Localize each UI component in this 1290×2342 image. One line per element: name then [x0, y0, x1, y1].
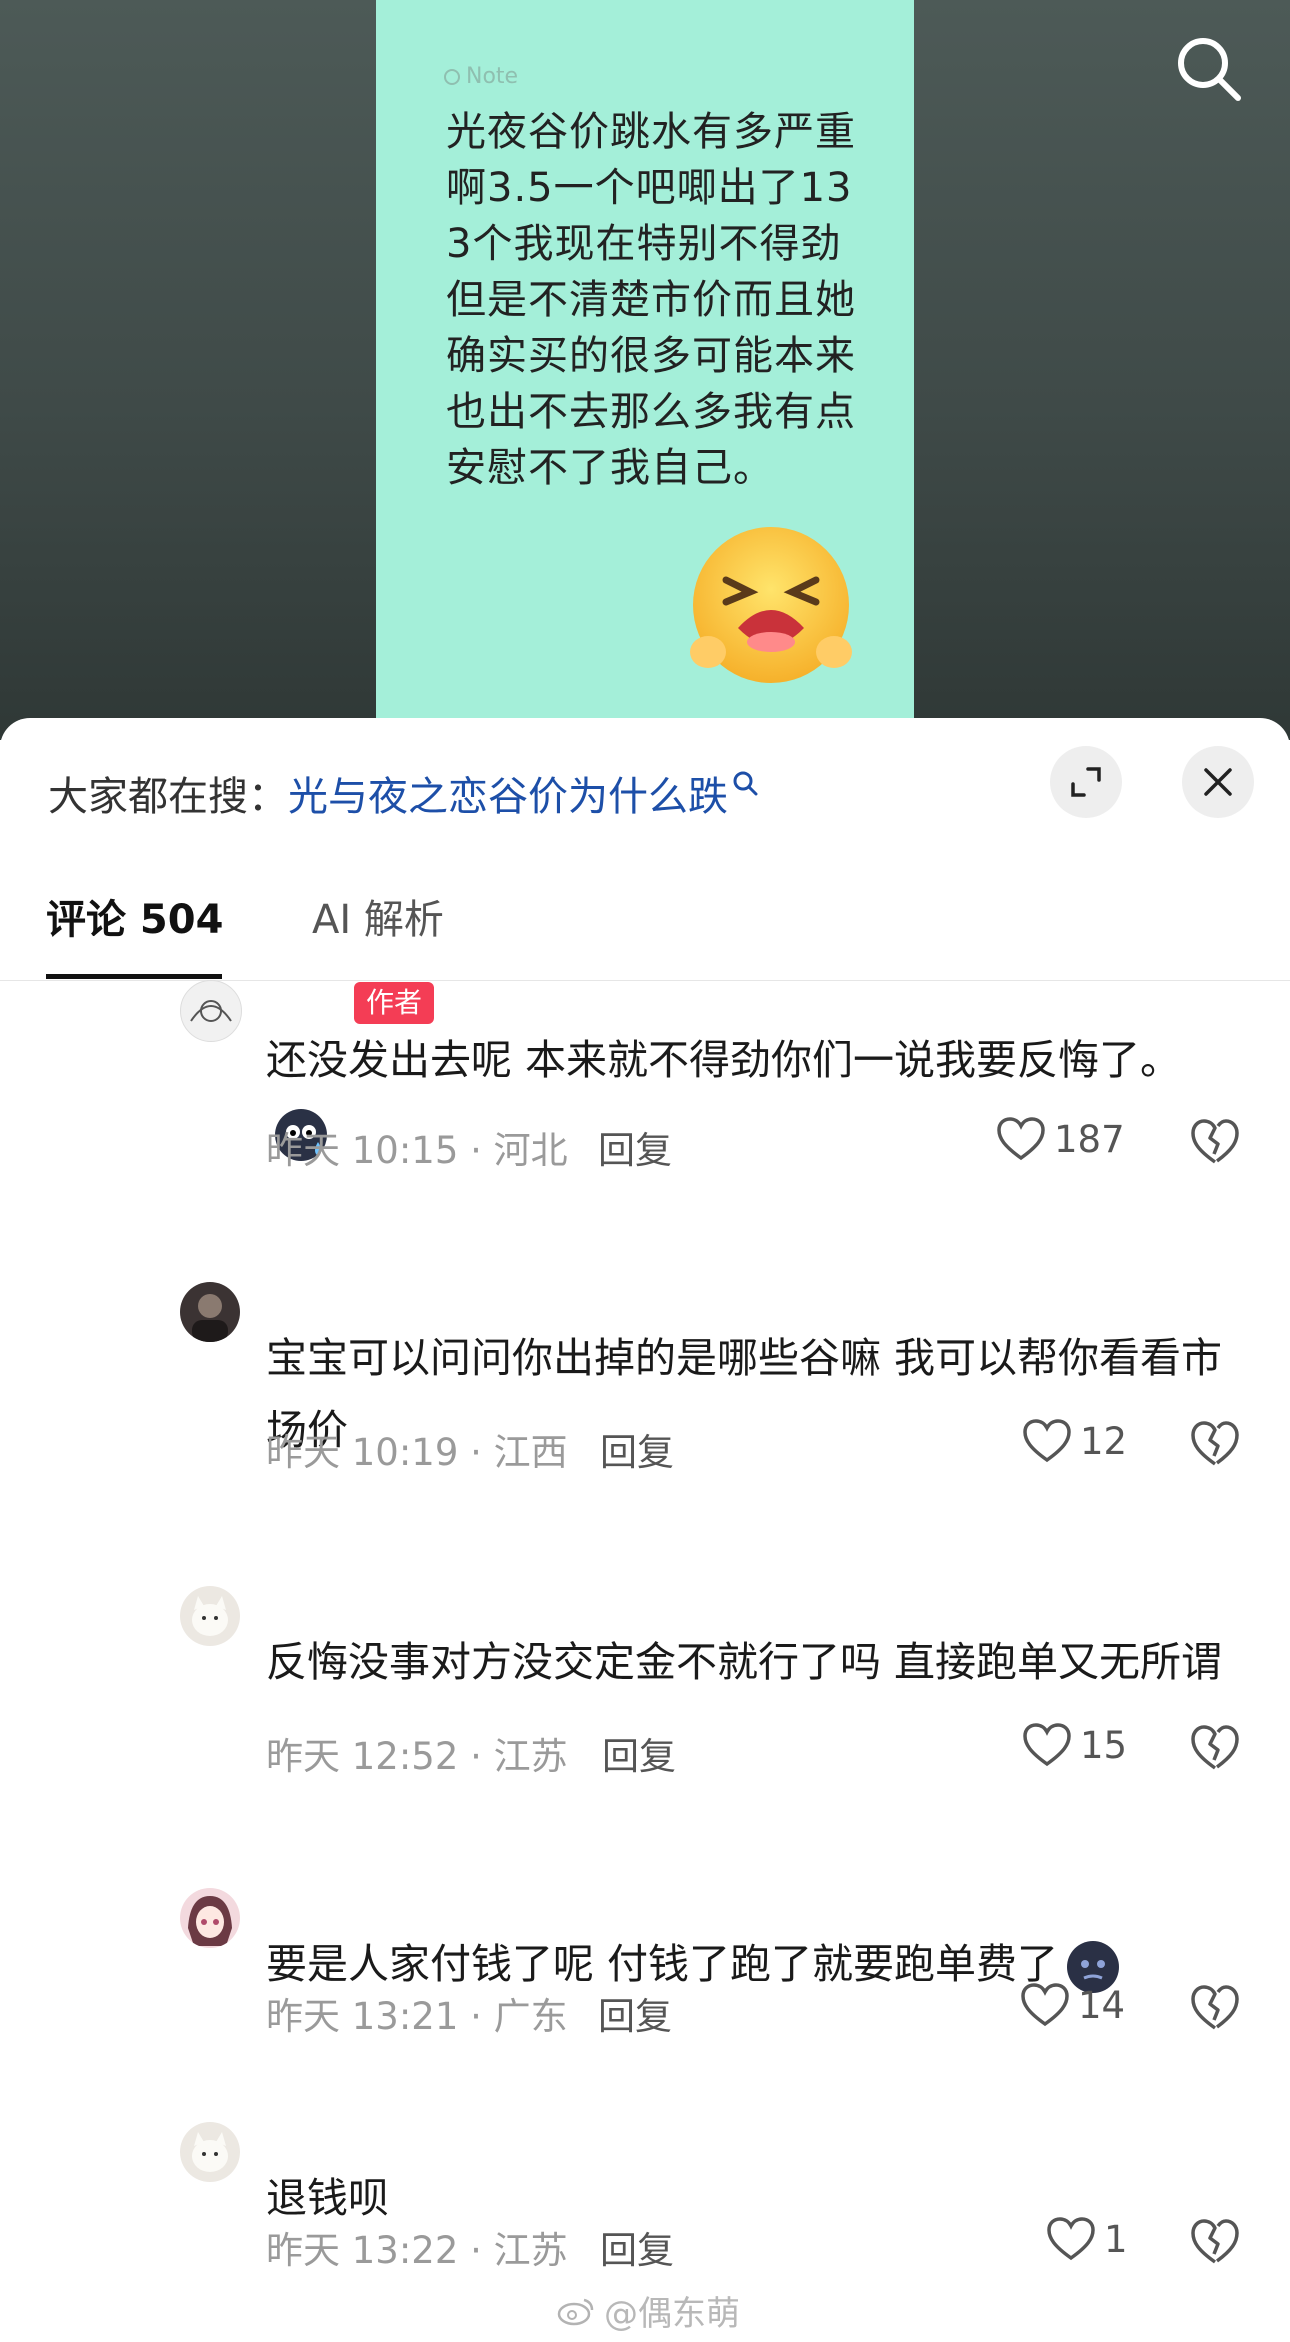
broken-heart-icon[interactable]	[1190, 1118, 1240, 1166]
broken-heart-icon[interactable]	[1190, 1724, 1240, 1772]
avatar[interactable]	[180, 980, 242, 1042]
like-button[interactable]: 1	[1046, 2216, 1128, 2262]
comment-time-location: 昨天 13:22 · 江苏	[266, 2229, 568, 2272]
reply-button[interactable]: 回复	[598, 1986, 672, 2040]
close-icon	[1204, 768, 1232, 796]
like-count: 187	[1054, 1117, 1125, 1161]
search-icon[interactable]	[1172, 32, 1246, 106]
weibo-watermark: @偶东萌	[556, 2286, 740, 2335]
tab-ai-analysis[interactable]: AI 解析	[312, 890, 444, 950]
avatar[interactable]	[180, 1888, 240, 1948]
broken-heart-icon[interactable]	[1190, 2218, 1240, 2266]
search-icon	[733, 771, 758, 796]
trending-prefix: 大家都在搜：	[48, 774, 288, 820]
anime-avatar-icon	[188, 1896, 232, 1946]
reply-button[interactable]: 回复	[600, 2220, 674, 2274]
comment-time-location: 昨天 10:19 · 江西	[266, 1431, 568, 1474]
broken-heart-icon[interactable]	[1190, 1984, 1240, 2032]
heart-icon	[997, 1117, 1045, 1161]
reply-button[interactable]: 回复	[600, 1422, 674, 1476]
like-button[interactable]: 14	[1020, 1982, 1125, 2028]
cat-avatar-icon	[192, 2132, 228, 2172]
note-tag: Note	[444, 64, 518, 89]
like-count: 15	[1080, 1723, 1128, 1767]
like-button[interactable]: 15	[1022, 1722, 1127, 1768]
close-button[interactable]	[1182, 746, 1254, 818]
comment-time-location: 昨天 12:52 · 江苏	[266, 1735, 568, 1778]
broken-heart-icon[interactable]	[1190, 1420, 1240, 1468]
tab-bar: 评论 504 AI 解析	[0, 870, 1290, 981]
heart-icon	[1021, 1983, 1069, 2027]
trending-query[interactable]: 光与夜之恋谷价为什么跌	[288, 764, 728, 822]
weibo-logo-icon	[557, 2298, 594, 2325]
cat-avatar-icon	[192, 1596, 228, 1636]
video-background[interactable]: Note 光夜谷价跳水有多严重啊3.5一个吧唧出了133个我现在特别不得劲但是不…	[0, 0, 1290, 740]
heart-icon	[1047, 2217, 1095, 2261]
circle-icon	[444, 68, 460, 85]
note-text: 光夜谷价跳水有多严重啊3.5一个吧唧出了133个我现在特别不得劲但是不清楚市价而…	[446, 109, 856, 491]
avatar[interactable]	[180, 1282, 240, 1342]
like-count: 1	[1104, 2217, 1128, 2261]
like-button[interactable]: 187	[996, 1116, 1125, 1162]
like-button[interactable]: 12	[1022, 1418, 1127, 1464]
comment-sheet: 大家都在搜： 光与夜之恋谷价为什么跌 评论 504 AI 解析 作者 还没发出去…	[0, 718, 1290, 2342]
avatar[interactable]	[180, 1586, 240, 1646]
photo-avatar-icon	[192, 1294, 228, 1342]
watermark-text: @偶东萌	[604, 2294, 740, 2334]
comment-text-content: 要是人家付钱了呢 付钱了跑了就要跑单费了	[266, 1940, 1059, 1988]
reply-button[interactable]: 回复	[602, 1726, 676, 1780]
avatar[interactable]	[180, 2122, 240, 2182]
note-tag-label: Note	[466, 64, 519, 89]
comment-text-content: 还没发出去呢 本来就不得劲你们一说我要反悔了。	[266, 1036, 1182, 1084]
expand-button[interactable]	[1050, 746, 1122, 818]
expand-icon	[1071, 767, 1101, 797]
active-tab-indicator	[46, 974, 222, 979]
trending-search[interactable]: 大家都在搜： 光与夜之恋谷价为什么跌	[48, 758, 758, 828]
like-count: 14	[1078, 1983, 1126, 2027]
reply-button[interactable]: 回复	[598, 1120, 672, 1174]
comment-time-location: 昨天 13:21 · 广东	[266, 1995, 568, 2038]
note-card: Note 光夜谷价跳水有多严重啊3.5一个吧唧出了133个我现在特别不得劲但是不…	[376, 0, 914, 740]
tab-comments[interactable]: 评论 504	[46, 890, 223, 950]
like-count: 12	[1080, 1419, 1128, 1463]
comment-time-location: 昨天 10:15 · 河北	[266, 1129, 568, 1172]
crying-face-emoji-icon	[690, 527, 852, 683]
author-badge: 作者	[354, 982, 435, 1024]
heart-icon	[1023, 1419, 1071, 1463]
sketch-avatar-icon	[190, 1000, 232, 1022]
heart-icon	[1023, 1723, 1071, 1767]
comment-text: 反悔没事对方没交定金不就行了吗 直接跑单又无所谓	[266, 1638, 1223, 1686]
